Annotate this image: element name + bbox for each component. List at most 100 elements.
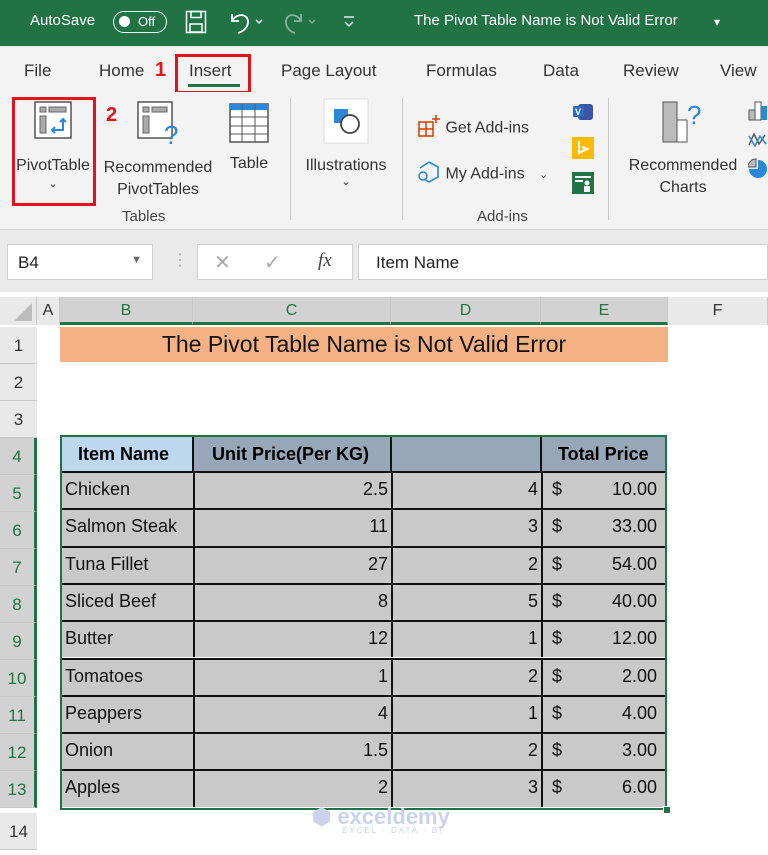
- illustrations-button[interactable]: Illustrations ⌄: [300, 98, 392, 188]
- cell-total-price[interactable]: 2.00: [562, 666, 657, 687]
- cell-currency[interactable]: $: [552, 516, 562, 537]
- name-box-dropdown-icon[interactable]: ▼: [131, 254, 142, 266]
- row-header-7[interactable]: 7: [0, 549, 37, 586]
- cell-total-price[interactable]: 12.00: [562, 628, 657, 649]
- header-quantity[interactable]: [392, 437, 542, 471]
- undo-icon[interactable]: [228, 10, 264, 38]
- cell-unit-price[interactable]: 2.5: [194, 479, 388, 500]
- cell-currency[interactable]: $: [552, 554, 562, 575]
- save-icon[interactable]: [185, 10, 207, 38]
- row-header-14[interactable]: 14: [0, 813, 37, 850]
- my-addins-button[interactable]: My Add-ins ⌄: [417, 160, 548, 189]
- cell-unit-price[interactable]: 8: [194, 591, 388, 612]
- title-dropdown-icon[interactable]: ▾: [714, 15, 720, 29]
- row-header-2[interactable]: 2: [0, 364, 37, 401]
- line-chart-icon[interactable]: [748, 130, 768, 155]
- cell-item-name[interactable]: Butter: [65, 628, 113, 649]
- row-header-9[interactable]: 9: [0, 623, 37, 660]
- cell-item-name[interactable]: Tomatoes: [65, 666, 143, 687]
- header-item-name[interactable]: Item Name: [62, 437, 194, 471]
- document-title[interactable]: The Pivot Table Name is Not Valid Error: [414, 12, 678, 29]
- row-header-4[interactable]: 4: [0, 438, 37, 475]
- people-graph-icon[interactable]: [572, 172, 594, 199]
- cell-item-name[interactable]: Onion: [65, 740, 113, 761]
- cancel-icon[interactable]: ✕: [214, 250, 231, 275]
- tab-data[interactable]: Data: [543, 61, 579, 81]
- tab-file[interactable]: File: [24, 61, 51, 81]
- header-total-price[interactable]: Total Price: [542, 437, 665, 471]
- table-button[interactable]: Table: [224, 102, 274, 173]
- customize-quick-access-icon[interactable]: [342, 12, 356, 36]
- redo-icon[interactable]: [283, 10, 319, 38]
- row-header-11[interactable]: 11: [0, 697, 37, 734]
- row-header-5[interactable]: 5: [0, 475, 37, 512]
- row-header-13[interactable]: 13: [0, 771, 37, 808]
- enter-icon[interactable]: ✓: [264, 250, 281, 275]
- cell-total-price[interactable]: 10.00: [562, 479, 657, 500]
- tab-home[interactable]: Home: [99, 61, 144, 81]
- tab-view[interactable]: View: [720, 61, 757, 81]
- column-chart-icon[interactable]: [748, 100, 768, 127]
- cell-item-name[interactable]: Sliced Beef: [65, 591, 156, 612]
- title-cell[interactable]: The Pivot Table Name is Not Valid Error: [60, 327, 668, 362]
- cell-unit-price[interactable]: 12: [194, 628, 388, 649]
- row-header-6[interactable]: 6: [0, 512, 37, 549]
- column-header-b[interactable]: B: [60, 297, 193, 325]
- column-header-e[interactable]: E: [541, 297, 668, 325]
- cell-unit-price[interactable]: 4: [194, 703, 388, 724]
- row-header-1[interactable]: 1: [0, 327, 37, 364]
- tab-page-layout[interactable]: Page Layout: [281, 61, 376, 81]
- cell-item-name[interactable]: Apples: [65, 777, 120, 798]
- name-box[interactable]: B4 ▼: [7, 244, 153, 280]
- cell-quantity[interactable]: 3: [392, 777, 538, 798]
- cell-unit-price[interactable]: 1: [194, 666, 388, 687]
- cell-total-price[interactable]: 40.00: [562, 591, 657, 612]
- cell-quantity[interactable]: 2: [392, 666, 538, 687]
- tab-review[interactable]: Review: [623, 61, 679, 81]
- cell-total-price[interactable]: 3.00: [562, 740, 657, 761]
- cell-currency[interactable]: $: [552, 703, 562, 724]
- cell-currency[interactable]: $: [552, 479, 562, 500]
- cell-total-price[interactable]: 6.00: [562, 777, 657, 798]
- cell-unit-price[interactable]: 11: [194, 516, 388, 537]
- cell-quantity[interactable]: 3: [392, 516, 538, 537]
- autosave-toggle[interactable]: Off: [113, 11, 167, 33]
- column-header-f[interactable]: F: [668, 297, 768, 325]
- cell-quantity[interactable]: 1: [392, 703, 538, 724]
- cell-currency[interactable]: $: [552, 628, 562, 649]
- cell-currency[interactable]: $: [552, 777, 562, 798]
- recommended-charts-button[interactable]: ? Recommended Charts: [620, 100, 746, 199]
- cell-item-name[interactable]: Chicken: [65, 479, 130, 500]
- cell-item-name[interactable]: Salmon Steak: [65, 516, 177, 537]
- cell-quantity[interactable]: 4: [392, 479, 538, 500]
- visio-icon[interactable]: V: [572, 102, 594, 127]
- formula-input[interactable]: Item Name: [358, 244, 768, 280]
- cell-currency[interactable]: $: [552, 740, 562, 761]
- cell-quantity[interactable]: 1: [392, 628, 538, 649]
- my-addins-dropdown-icon[interactable]: ⌄: [539, 169, 548, 181]
- recommended-pivottables-button[interactable]: ? Recommended PivotTables: [98, 100, 218, 201]
- column-header-d[interactable]: D: [391, 297, 541, 325]
- row-header-8[interactable]: 8: [0, 586, 37, 623]
- row-header-12[interactable]: 12: [0, 734, 37, 771]
- bing-icon[interactable]: [572, 137, 594, 164]
- fill-handle[interactable]: [663, 806, 671, 814]
- cell-quantity[interactable]: 5: [392, 591, 538, 612]
- row-header-10[interactable]: 10: [0, 660, 37, 697]
- cell-quantity[interactable]: 2: [392, 740, 538, 761]
- insert-function-icon[interactable]: fx: [318, 250, 332, 272]
- cell-total-price[interactable]: 33.00: [562, 516, 657, 537]
- pie-chart-icon[interactable]: [747, 158, 768, 185]
- cell-unit-price[interactable]: 1.5: [194, 740, 388, 761]
- cell-currency[interactable]: $: [552, 666, 562, 687]
- cell-total-price[interactable]: 4.00: [562, 703, 657, 724]
- get-addins-button[interactable]: Get Add-ins: [417, 114, 529, 143]
- header-unit-price[interactable]: Unit Price(Per KG): [194, 437, 392, 471]
- cell-item-name[interactable]: Peappers: [65, 703, 142, 724]
- cell-currency[interactable]: $: [552, 591, 562, 612]
- tab-formulas[interactable]: Formulas: [426, 61, 497, 81]
- cell-total-price[interactable]: 54.00: [562, 554, 657, 575]
- cell-item-name[interactable]: Tuna Fillet: [65, 554, 148, 575]
- illustrations-dropdown-icon[interactable]: ⌄: [300, 175, 392, 188]
- column-header-c[interactable]: C: [193, 297, 391, 325]
